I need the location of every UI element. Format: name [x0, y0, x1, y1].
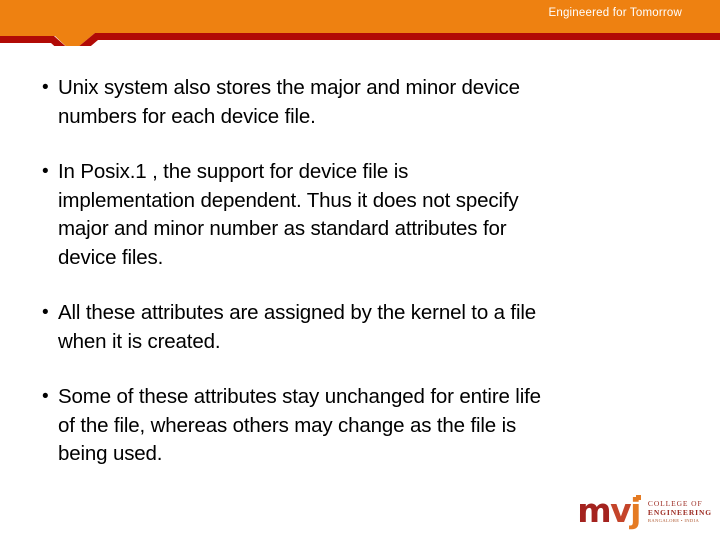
bullet-point-icon: •: [42, 161, 49, 182]
mvj-letter-v: v: [610, 490, 632, 530]
mvj-wordmark-icon: mvj: [577, 494, 642, 527]
list-item-text: Some of these attributes stay unchanged …: [58, 385, 541, 465]
logo-text-block: COLLEGE OF ENGINEERING BANGALORE • INDIA: [648, 497, 712, 524]
list-item: • All these attributes are assigned by t…: [34, 299, 694, 356]
header-red-rule: [0, 33, 720, 46]
list-item: • Some of these attributes stay unchange…: [34, 383, 694, 469]
bullet-point-icon: •: [42, 77, 49, 98]
bullet-point-icon: •: [42, 386, 49, 407]
list-item-text: Unix system also stores the major and mi…: [58, 76, 520, 128]
header-tagline: Engineered for Tomorrow: [548, 7, 682, 19]
logo-location-line: BANGALORE • INDIA: [647, 517, 700, 523]
header-banner: Engineered for Tomorrow: [0, 0, 720, 46]
list-item: • In Posix.1 , the support for device fi…: [34, 158, 694, 272]
bullet-list: • Unix system also stores the major and …: [34, 74, 694, 469]
mvj-letter-m: m: [577, 490, 611, 530]
mvj-logo: mvj COLLEGE OF ENGINEERING BANGALORE • I…: [577, 492, 712, 528]
list-item-text: All these attributes are assigned by the…: [58, 301, 537, 353]
list-item: • Unix system also stores the major and …: [34, 74, 694, 131]
slide: Engineered for Tomorrow • Unix system al…: [0, 0, 720, 540]
bullet-point-icon: •: [42, 302, 49, 323]
logo-college-line: COLLEGE OF: [647, 498, 703, 508]
list-item-text: In Posix.1 , the support for device file…: [58, 160, 519, 269]
mvj-dot-icon: [635, 494, 641, 500]
logo-engineering-line: ENGINEERING: [647, 507, 712, 517]
